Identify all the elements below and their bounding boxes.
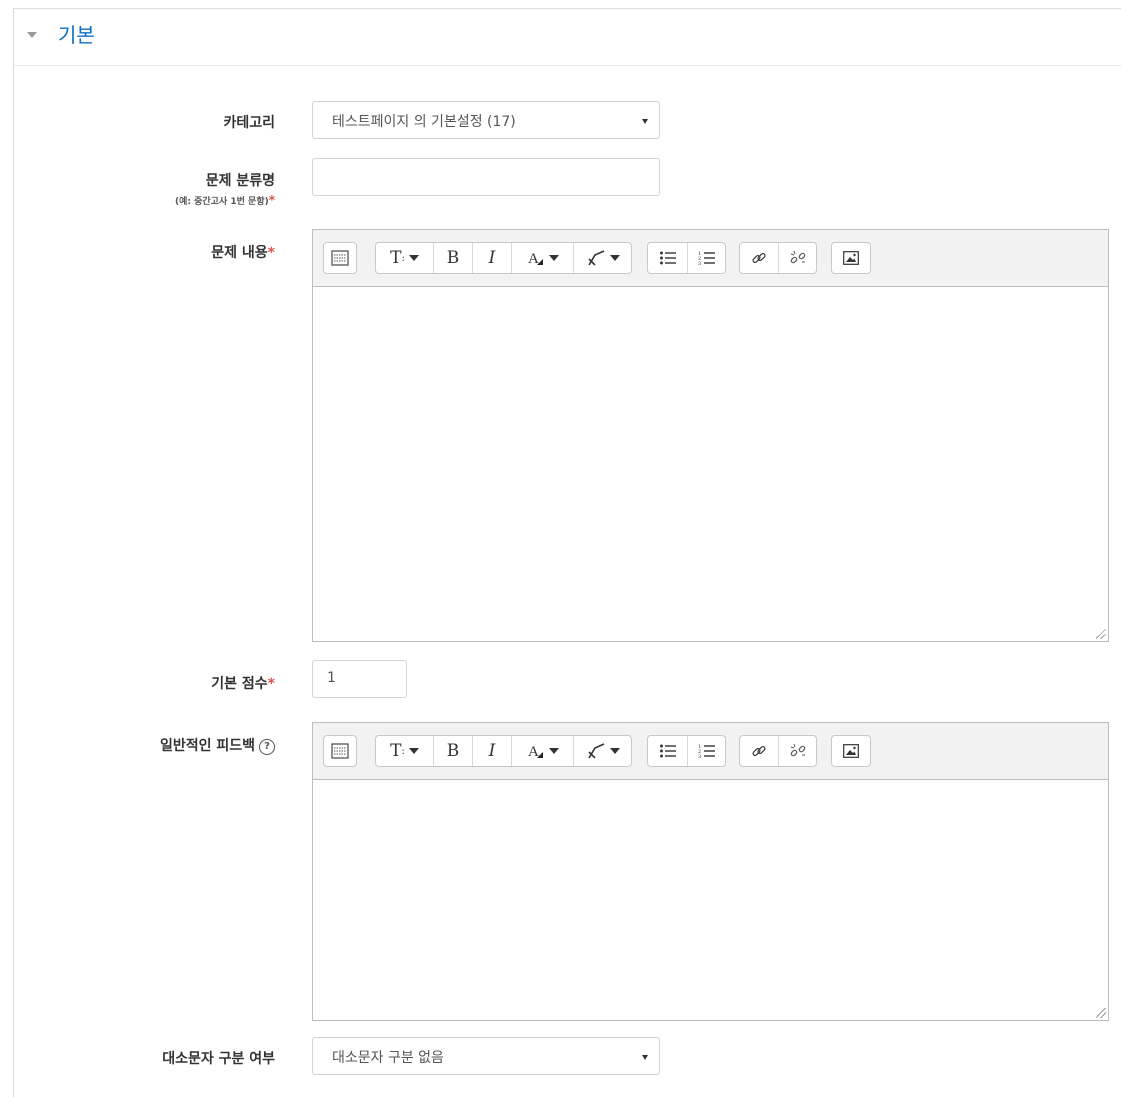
default-mark-input[interactable]: 1 (312, 660, 407, 698)
unlink-button[interactable] (778, 243, 816, 273)
toolbar-group-links (739, 735, 817, 767)
case-sensitivity-select-value: 대소문자 구분 없음 (332, 1050, 444, 1066)
ordered-list-icon: 123 (698, 251, 715, 266)
editor-toolbar: T: B I A 123 (313, 723, 1108, 780)
question-name-input[interactable] (312, 158, 660, 196)
svg-text:A: A (528, 251, 539, 267)
background-color-button[interactable] (573, 243, 631, 273)
required-marker: * (267, 676, 275, 692)
required-marker: * (268, 193, 275, 207)
link-button[interactable] (740, 243, 778, 273)
editor-toolbar: T: B I A 123 (313, 230, 1108, 287)
question-name-hint: (예: 중간고사 1번 문항)* (174, 193, 275, 207)
image-button[interactable] (832, 736, 870, 766)
general-feedback-area[interactable] (313, 780, 1108, 1020)
section-header[interactable]: 기본 (14, 9, 1121, 66)
unordered-list-button[interactable] (648, 243, 687, 273)
unordered-list-icon (659, 251, 676, 265)
italic-icon: I (488, 248, 496, 268)
question-text-area[interactable] (313, 287, 1108, 641)
italic-button[interactable]: I (472, 736, 511, 766)
bold-button[interactable]: B (433, 736, 472, 766)
dropdown-arrow-icon (642, 1055, 648, 1060)
image-button[interactable] (832, 243, 870, 273)
category-label: 카테고리 (223, 115, 275, 131)
toolbar-group-more (323, 242, 357, 274)
toolbar-group-style: T: B I A (375, 735, 632, 767)
italic-icon: I (488, 741, 496, 761)
question-text-editor: T: B I A 123 (312, 229, 1109, 642)
link-icon (752, 745, 766, 757)
unlink-icon (790, 743, 805, 757)
resize-grip-icon[interactable] (1096, 629, 1106, 639)
italic-button[interactable]: I (472, 243, 511, 273)
category-select[interactable]: 테스트페이지 의 기본설정 (17) (312, 101, 660, 139)
question-text-label: 문제 내용* (211, 245, 275, 261)
bold-button[interactable]: B (433, 243, 472, 273)
paragraph-style-icon: T (390, 741, 402, 761)
background-color-icon (587, 743, 604, 759)
font-color-icon: A (528, 251, 543, 267)
general-feedback-editor: T: B I A 123 (312, 722, 1109, 1021)
collapse-caret-icon[interactable] (27, 32, 37, 38)
svg-text:A: A (528, 744, 539, 760)
show-more-icon (331, 743, 349, 759)
ordered-list-button[interactable]: 123 (687, 243, 725, 273)
toolbar-group-media (831, 735, 871, 767)
image-icon (843, 251, 859, 265)
link-icon (752, 252, 766, 264)
unlink-button[interactable] (778, 736, 816, 766)
toolbar-group-links (739, 242, 817, 274)
svg-text:3: 3 (698, 754, 701, 759)
paragraph-style-icon: T (390, 248, 402, 268)
toolbar-group-lists: 123 (647, 735, 726, 767)
case-sensitivity-select[interactable]: 대소문자 구분 없음 (312, 1037, 660, 1075)
bold-icon: B (446, 741, 460, 761)
general-feedback-label: 일반적인 피드백? (160, 735, 275, 755)
unordered-list-icon (659, 744, 676, 758)
required-marker: * (267, 245, 275, 261)
background-color-icon (587, 250, 604, 266)
svg-text:3: 3 (698, 261, 701, 266)
category-select-value: 테스트페이지 의 기본설정 (17) (332, 114, 516, 130)
show-more-button[interactable] (324, 736, 356, 766)
show-more-icon (331, 250, 349, 266)
section-title[interactable]: 기본 (58, 21, 95, 49)
unordered-list-button[interactable] (648, 736, 687, 766)
paragraph-style-button[interactable]: T: (376, 736, 433, 766)
ordered-list-icon: 123 (698, 744, 715, 759)
dropdown-arrow-icon (642, 119, 648, 124)
toolbar-group-lists: 123 (647, 242, 726, 274)
font-color-button[interactable]: A (511, 243, 573, 273)
unlink-icon (790, 250, 805, 264)
toolbar-group-media (831, 242, 871, 274)
help-icon[interactable]: ? (259, 739, 275, 755)
case-sensitivity-label: 대소문자 구분 여부 (162, 1051, 275, 1067)
toolbar-group-more (323, 735, 357, 767)
font-color-icon: A (528, 744, 543, 760)
show-more-button[interactable] (324, 243, 356, 273)
question-name-label: 문제 분류명 (205, 173, 275, 189)
default-mark-label: 기본 점수* (211, 676, 275, 692)
paragraph-style-button[interactable]: T: (376, 243, 433, 273)
resize-grip-icon[interactable] (1096, 1008, 1106, 1018)
ordered-list-button[interactable]: 123 (687, 736, 725, 766)
image-icon (843, 744, 859, 758)
bold-icon: B (446, 248, 460, 268)
font-color-button[interactable]: A (511, 736, 573, 766)
link-button[interactable] (740, 736, 778, 766)
background-color-button[interactable] (573, 736, 631, 766)
form-fieldset: 기본 카테고리 테스트페이지 의 기본설정 (17) 문제 분류명 (예: 중간… (13, 8, 1121, 1097)
toolbar-group-style: T: B I A (375, 242, 632, 274)
